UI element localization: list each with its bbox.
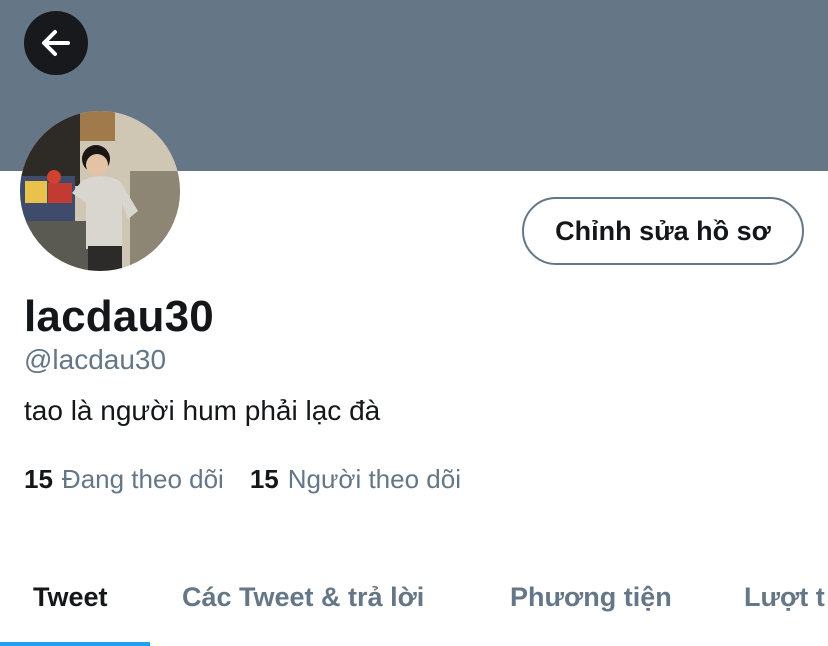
active-tab-indicator (0, 642, 150, 646)
display-name: lacdau30 (24, 292, 214, 341)
following-label: Đang theo dõi (61, 464, 224, 494)
user-handle: @lacdau30 (24, 344, 167, 375)
arrow-left-icon (42, 30, 70, 56)
followers-count: 15 (249, 464, 279, 494)
following-stat[interactable]: 15 Đang theo dõi (24, 464, 224, 495)
tab-likes[interactable]: Lượt t (744, 582, 825, 613)
followers-label: Người theo dõi (287, 464, 461, 494)
profile-tabs: Tweet Các Tweet & trả lời Phương tiện Lư… (0, 572, 828, 646)
profile-bio: tao là người hum phải lạc đà (24, 395, 381, 426)
back-button[interactable] (24, 11, 88, 75)
follow-stats: 15 Đang theo dõi 15 Người theo dõi (24, 464, 461, 495)
tab-tweets[interactable]: Tweet (33, 582, 108, 613)
avatar[interactable] (20, 111, 180, 271)
following-count: 15 (24, 464, 53, 494)
avatar-photo (20, 111, 180, 271)
tab-media[interactable]: Phương tiện (510, 582, 672, 613)
tab-tweets-and-replies[interactable]: Các Tweet & trả lời (182, 582, 424, 613)
edit-profile-button[interactable]: Chỉnh sửa hồ sơ (522, 197, 804, 265)
followers-stat[interactable]: 15 Người theo dõi (250, 464, 461, 495)
